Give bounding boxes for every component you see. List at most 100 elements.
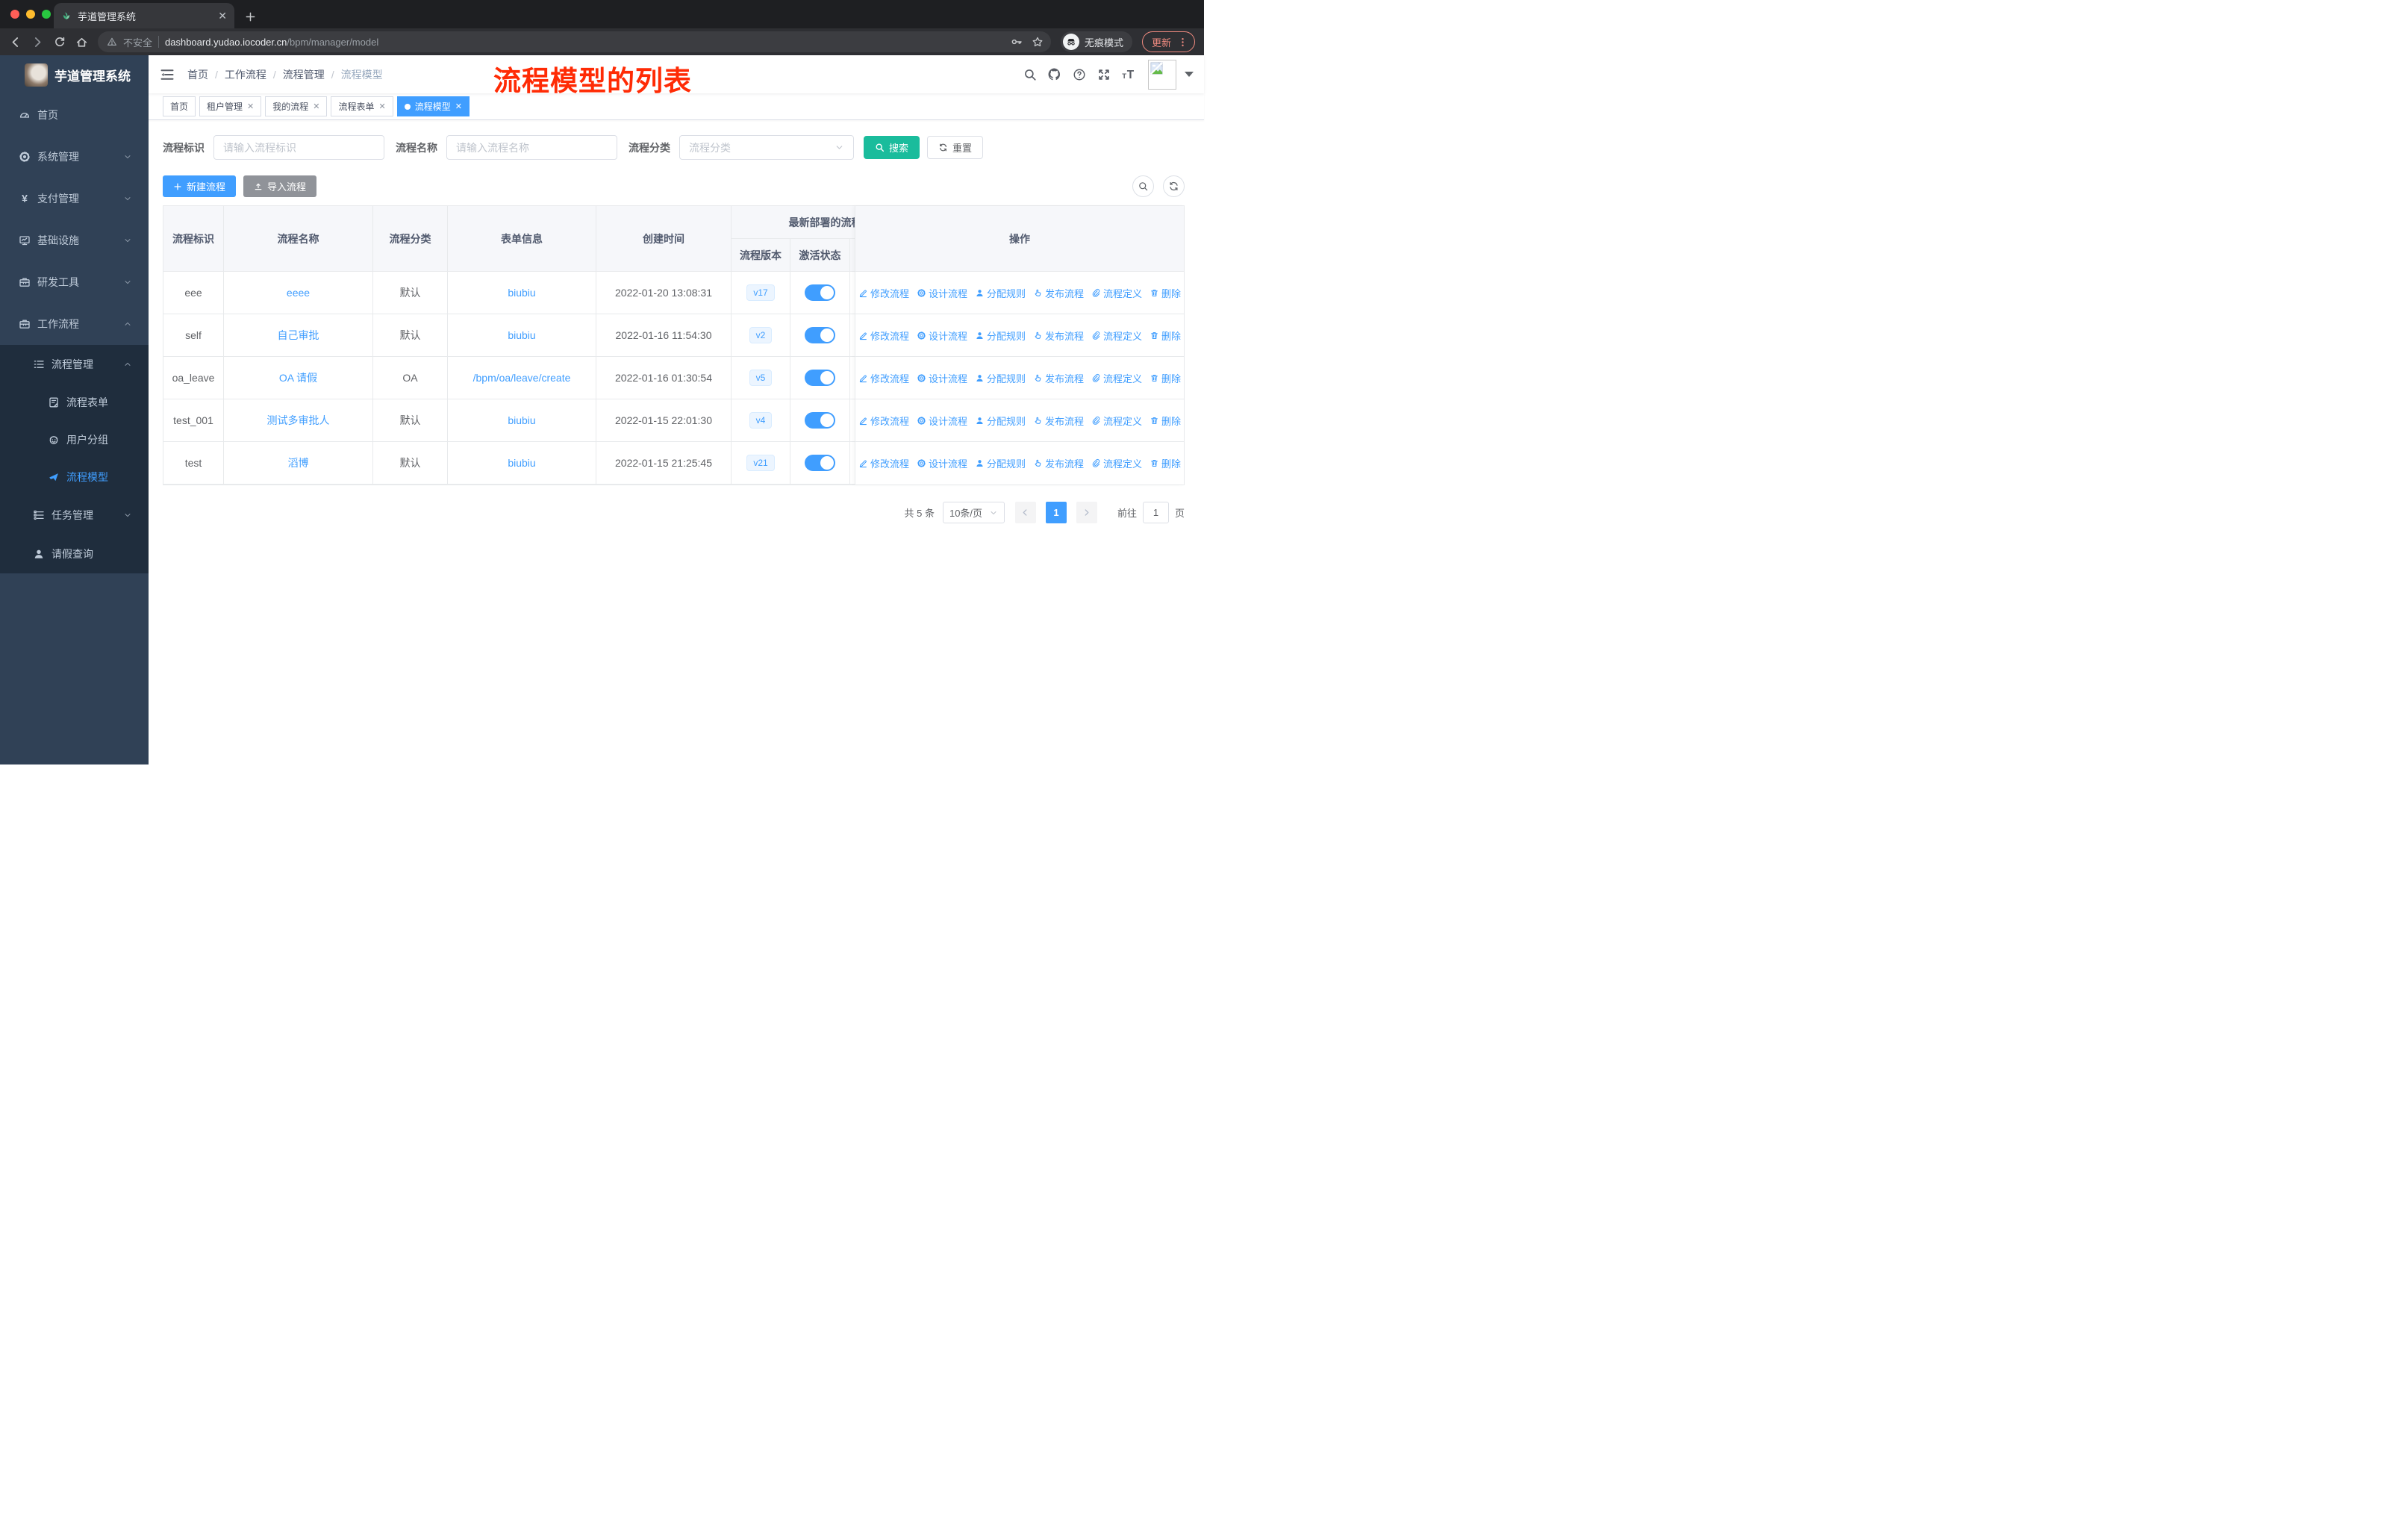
action-流程定义[interactable]: 流程定义 [1091,371,1142,385]
tag-close-icon[interactable]: ✕ [247,102,254,111]
bookmark-star-icon[interactable] [1032,36,1044,48]
process-name-input[interactable]: 请输入流程名称 [446,135,617,160]
goto-page-input[interactable]: 1 [1142,502,1169,523]
sidebar-item-研发工具[interactable]: 研发工具 [0,261,149,303]
sidebar-item-基础设施[interactable]: 基础设施 [0,219,149,261]
form-info-link[interactable]: biubiu [508,414,535,426]
sidebar-item-系统管理[interactable]: 系统管理 [0,136,149,178]
window-close-button[interactable] [10,10,19,19]
process-name-link[interactable]: eeee [287,287,310,299]
security-label[interactable]: 不安全 [123,35,152,49]
sidebar-item-流程管理[interactable]: 流程管理 [0,345,149,384]
form-info-link[interactable]: /bpm/oa/leave/create [473,372,571,384]
create-process-button[interactable]: 新建流程 [163,175,237,197]
active-toggle[interactable] [805,370,835,386]
browser-tab[interactable]: 芋道管理系统 ✕ [54,3,234,28]
process-name-link[interactable]: 测试多审批人 [267,413,330,428]
action-发布流程[interactable]: 发布流程 [1033,371,1084,385]
tag-我的流程[interactable]: 我的流程 ✕ [265,96,328,116]
active-toggle[interactable] [805,327,835,343]
action-删除[interactable]: 删除 [1150,414,1181,428]
active-toggle[interactable] [805,455,835,471]
action-设计流程[interactable]: 设计流程 [917,371,967,385]
action-设计流程[interactable]: 设计流程 [917,286,967,300]
show-search-icon[interactable] [1132,175,1154,197]
import-process-button[interactable]: 导入流程 [243,175,317,197]
action-删除[interactable]: 删除 [1150,371,1181,385]
security-warning-icon[interactable] [107,37,117,47]
tag-流程表单[interactable]: 流程表单 ✕ [331,96,393,116]
fullscreen-icon[interactable] [1091,68,1116,81]
action-修改流程[interactable]: 修改流程 [858,371,909,385]
back-icon[interactable] [9,36,22,49]
breadcrumb-home[interactable]: 首页 [187,67,208,82]
active-toggle[interactable] [805,284,835,301]
process-name-link[interactable]: 自己审批 [278,328,319,343]
process-id-input[interactable]: 请输入流程标识 [213,135,384,160]
window-zoom-button[interactable] [42,10,51,19]
tag-close-icon[interactable]: ✕ [455,102,462,111]
refresh-icon[interactable] [1163,175,1185,197]
update-label[interactable]: 更新 [1152,35,1171,49]
sidebar-item-任务管理[interactable]: 任务管理 [0,496,149,535]
sidebar-item-请假查询[interactable]: 请假查询 [0,535,149,573]
active-toggle[interactable] [805,412,835,429]
github-icon[interactable] [1042,67,1067,81]
search-button[interactable]: 搜索 [864,136,920,159]
action-分配规则[interactable]: 分配规则 [975,414,1026,428]
page-number-current[interactable]: 1 [1045,502,1067,523]
prev-page-button[interactable] [1014,502,1036,523]
window-minimize-button[interactable] [26,10,35,19]
browser-update-button[interactable]: 更新 [1141,31,1195,52]
category-select[interactable]: 流程分类 [679,135,854,160]
forward-icon[interactable] [31,36,44,49]
action-发布流程[interactable]: 发布流程 [1033,456,1084,470]
reload-icon[interactable] [54,36,66,48]
action-流程定义[interactable]: 流程定义 [1091,286,1142,300]
action-修改流程[interactable]: 修改流程 [858,456,909,470]
sidebar-collapse-icon[interactable] [149,67,186,82]
tab-close-icon[interactable]: ✕ [218,10,227,22]
action-分配规则[interactable]: 分配规则 [975,456,1026,470]
sidebar-item-用户分组[interactable]: 用户分组 [0,421,149,458]
sidebar-item-支付管理[interactable]: ¥ 支付管理 [0,178,149,219]
action-发布流程[interactable]: 发布流程 [1033,328,1084,343]
tag-首页[interactable]: 首页 [163,96,196,116]
action-发布流程[interactable]: 发布流程 [1033,286,1084,300]
action-分配规则[interactable]: 分配规则 [975,371,1026,385]
url-text[interactable]: dashboard.yudao.iocoder.cn/bpm/manager/m… [165,37,1005,48]
address-bar[interactable]: 不安全 dashboard.yudao.iocoder.cn/bpm/manag… [98,31,1051,52]
action-流程定义[interactable]: 流程定义 [1091,456,1142,470]
process-name-link[interactable]: 滔博 [288,455,309,470]
action-分配规则[interactable]: 分配规则 [975,286,1026,300]
key-icon[interactable] [1011,36,1023,48]
sidebar-item-流程模型[interactable]: 流程模型 [0,458,149,496]
process-name-link[interactable]: OA 请假 [279,370,317,385]
action-修改流程[interactable]: 修改流程 [858,286,909,300]
action-流程定义[interactable]: 流程定义 [1091,328,1142,343]
reset-button[interactable]: 重置 [927,136,984,159]
action-流程定义[interactable]: 流程定义 [1091,414,1142,428]
tag-租户管理[interactable]: 租户管理 ✕ [199,96,262,116]
action-发布流程[interactable]: 发布流程 [1033,414,1084,428]
app-logo-row[interactable]: 芋道管理系统 [0,55,149,94]
next-page-button[interactable] [1076,502,1097,523]
breadcrumb-process-manage[interactable]: 流程管理 [283,67,325,82]
avatar-dropdown-caret-icon[interactable] [1185,72,1194,77]
new-tab-button[interactable] [245,11,256,22]
form-info-link[interactable]: biubiu [508,457,535,469]
sidebar-item-工作流程[interactable]: 工作流程 [0,303,149,345]
browser-menu-dots-icon[interactable] [1177,37,1188,48]
sidebar-item-首页[interactable]: 首页 [0,94,149,136]
action-设计流程[interactable]: 设计流程 [917,414,967,428]
tag-close-icon[interactable]: ✕ [313,102,319,111]
tag-close-icon[interactable]: ✕ [379,102,386,111]
action-修改流程[interactable]: 修改流程 [858,328,909,343]
action-删除[interactable]: 删除 [1150,286,1181,300]
action-分配规则[interactable]: 分配规则 [975,328,1026,343]
search-icon[interactable] [1017,68,1042,81]
home-icon[interactable] [75,36,88,49]
action-设计流程[interactable]: 设计流程 [917,456,967,470]
action-删除[interactable]: 删除 [1150,456,1181,470]
action-修改流程[interactable]: 修改流程 [858,414,909,428]
